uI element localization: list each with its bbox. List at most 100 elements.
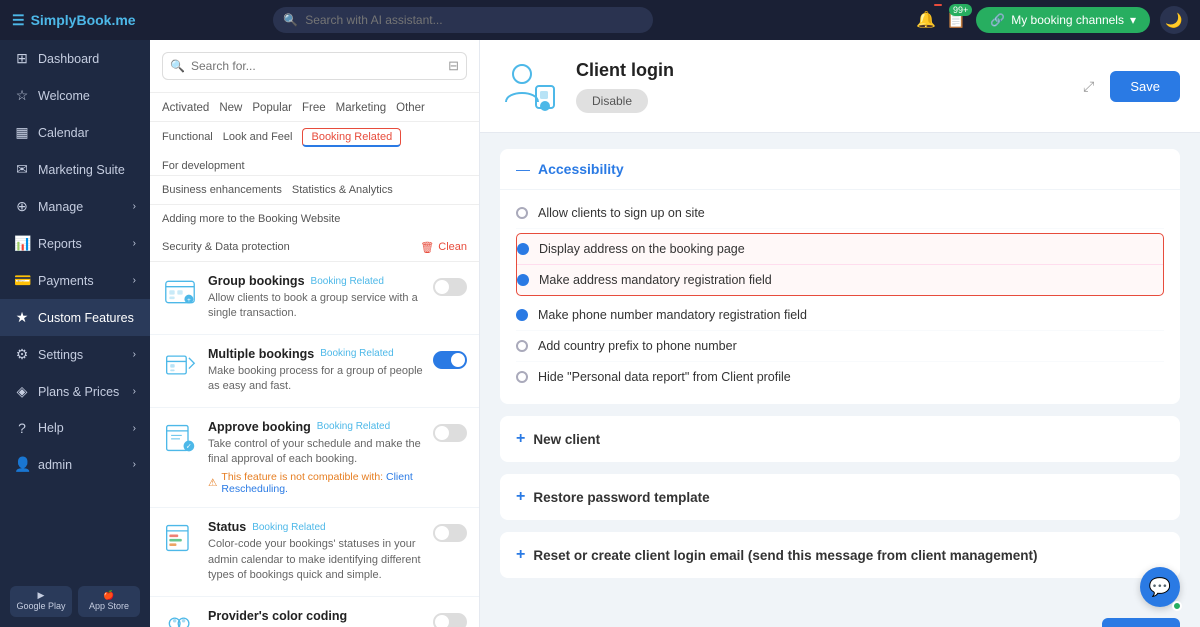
accessibility-section-header[interactable]: — Accessibility (500, 149, 1180, 190)
tab-marketing[interactable]: Marketing (336, 99, 387, 117)
color-coding-icon (162, 609, 198, 627)
search-icon: 🔍 (283, 13, 298, 27)
tab-other[interactable]: Other (396, 99, 425, 117)
play-store-icon: ▶ (16, 590, 66, 602)
sidebar-item-help[interactable]: ? Help › (0, 410, 150, 446)
disable-button[interactable]: Disable (576, 89, 648, 113)
sidebar-item-calendar[interactable]: ▦ Calendar (0, 114, 150, 151)
google-play-button[interactable]: ▶ Google Play (10, 586, 72, 617)
option-country-prefix[interactable]: Add country prefix to phone number (516, 331, 1164, 362)
app-store-button[interactable]: 🍎 App Store (78, 586, 140, 617)
option-phone-mandatory[interactable]: Make phone number mandatory registration… (516, 300, 1164, 331)
tab-adding-more[interactable]: Adding more to the Booking Website (162, 210, 340, 228)
tab-statistics[interactable]: Statistics & Analytics (292, 181, 393, 199)
feature-item-group-bookings[interactable]: + Group bookings Booking Related Allow c… (150, 262, 479, 335)
option-allow-signup[interactable]: Allow clients to sign up on site (516, 198, 1164, 229)
status-icon (162, 520, 198, 556)
tab-activated[interactable]: Activated (162, 99, 209, 117)
svg-text:+: + (187, 297, 191, 304)
feature-title-multiple-bookings: Multiple bookings Booking Related (208, 347, 423, 361)
warning-icon: ⚠ (208, 477, 217, 489)
header-right: 🔔 📋 99+ 🔗 My booking channels ▾ 🌙 (916, 6, 1188, 34)
sidebar-item-welcome[interactable]: ☆ Welcome (0, 77, 150, 114)
sidebar-item-dashboard[interactable]: ⊞ Dashboard (0, 40, 150, 77)
option-hide-personal-data[interactable]: Hide "Personal data report" from Client … (516, 362, 1164, 392)
manage-icon: ⊕ (14, 198, 30, 215)
new-client-header[interactable]: + New client (500, 416, 1180, 462)
tab-free[interactable]: Free (302, 99, 326, 117)
sidebar-item-admin[interactable]: 👤 admin › (0, 446, 150, 483)
rescheduling-link[interactable]: Client Rescheduling. (221, 471, 412, 495)
approve-booking-toggle[interactable] (433, 420, 467, 442)
features-search-icon: 🔍 (170, 59, 185, 73)
my-booking-channels-button[interactable]: 🔗 My booking channels ▾ (976, 7, 1150, 33)
welcome-icon: ☆ (14, 87, 30, 104)
tab-popular[interactable]: Popular (252, 99, 292, 117)
feature-info-approve-booking: Approve booking Booking Related Take con… (208, 420, 423, 496)
toggle-multiple-bookings[interactable] (433, 351, 467, 369)
toggle-color-coding[interactable] (433, 613, 467, 627)
toggle-status[interactable] (433, 524, 467, 542)
chevron-down-icon: ▾ (1130, 13, 1136, 27)
sidebar: ⊞ Dashboard ☆ Welcome ▦ Calendar ✉ Marke… (0, 40, 150, 627)
save-button-bottom[interactable]: Save (1102, 618, 1180, 627)
reset-email-section: + Reset or create client login email (se… (500, 532, 1180, 578)
dark-mode-toggle[interactable]: 🌙 (1160, 6, 1188, 34)
restore-password-header[interactable]: + Restore password template (500, 474, 1180, 520)
tasks-button[interactable]: 📋 99+ (946, 10, 966, 30)
search-input[interactable] (273, 7, 653, 33)
sidebar-item-settings[interactable]: ⚙ Settings › (0, 336, 150, 373)
option-dot (516, 371, 528, 383)
status-toggle[interactable] (433, 520, 467, 542)
feature-item-status[interactable]: Status Booking Related Color-code your b… (150, 508, 479, 596)
expand-icon[interactable]: ⤢ (1083, 78, 1094, 95)
tab-for-development[interactable]: For development (162, 157, 245, 175)
notifications-button[interactable]: 🔔 (916, 10, 936, 30)
tab-security[interactable]: Security & Data protection (162, 238, 290, 256)
feature-item-color-coding[interactable]: Provider's color coding Booking Related … (150, 597, 479, 627)
detail-footer: Save (480, 606, 1200, 627)
filter-icon[interactable]: ⊟ (448, 58, 459, 74)
sidebar-item-plans[interactable]: ◈ Plans & Prices › (0, 373, 150, 410)
accessibility-section-body: Allow clients to sign up on site Display… (500, 190, 1180, 404)
features-subtabs-2: Business enhancements Statistics & Analy… (150, 176, 479, 205)
tab-new[interactable]: New (219, 99, 242, 117)
help-icon: ? (14, 420, 30, 436)
reset-email-header[interactable]: + Reset or create client login email (se… (500, 532, 1180, 578)
option-dot (516, 340, 528, 352)
chevron-right-icon: › (133, 459, 136, 470)
option-display-address[interactable]: Display address on the booking page (517, 234, 1163, 265)
tab-business[interactable]: Business enhancements (162, 181, 282, 199)
detail-header-info: Client login Disable (576, 60, 1067, 113)
group-bookings-toggle[interactable] (433, 274, 467, 296)
toggle-approve-booking[interactable] (433, 424, 467, 442)
chevron-right-icon: › (133, 275, 136, 286)
svg-text:✓: ✓ (186, 442, 192, 450)
section-collapse-icon: — (516, 161, 530, 177)
plans-icon: ◈ (14, 383, 30, 400)
clean-button[interactable]: 🗑 Clean (420, 238, 467, 256)
multiple-bookings-toggle[interactable] (433, 347, 467, 369)
restore-password-section: + Restore password template (500, 474, 1180, 520)
feature-item-multiple-bookings[interactable]: Multiple bookings Booking Related Make b… (150, 335, 479, 408)
save-button-top[interactable]: Save (1110, 71, 1180, 102)
sidebar-item-reports[interactable]: 📊 Reports › (0, 225, 150, 262)
toggle-group-bookings[interactable] (433, 278, 467, 296)
app-body: ⊞ Dashboard ☆ Welcome ▦ Calendar ✉ Marke… (0, 40, 1200, 627)
sidebar-item-marketing[interactable]: ✉ Marketing Suite (0, 151, 150, 188)
tab-look-and-feel[interactable]: Look and Feel (223, 128, 293, 147)
color-coding-toggle[interactable] (433, 609, 467, 627)
accessibility-section: — Accessibility Allow clients to sign up… (500, 149, 1180, 404)
sidebar-item-manage[interactable]: ⊕ Manage › (0, 188, 150, 225)
highlighted-options-group: Display address on the booking page Make… (516, 233, 1164, 296)
features-search-input[interactable] (162, 52, 467, 80)
logo-icon: ☰ (12, 12, 25, 29)
feature-item-approve-booking[interactable]: ✓ Approve booking Booking Related Take c… (150, 408, 479, 509)
feature-title-group-bookings: Group bookings Booking Related (208, 274, 423, 288)
option-address-mandatory[interactable]: Make address mandatory registration fiel… (517, 265, 1163, 295)
features-panel: 🔍 ⊟ Activated New Popular Free Marketing… (150, 40, 480, 627)
tab-functional[interactable]: Functional (162, 128, 213, 147)
sidebar-item-payments[interactable]: 💳 Payments › (0, 262, 150, 299)
tab-booking-related[interactable]: Booking Related (302, 128, 401, 147)
sidebar-item-custom-features[interactable]: ★ Custom Features (0, 299, 150, 336)
